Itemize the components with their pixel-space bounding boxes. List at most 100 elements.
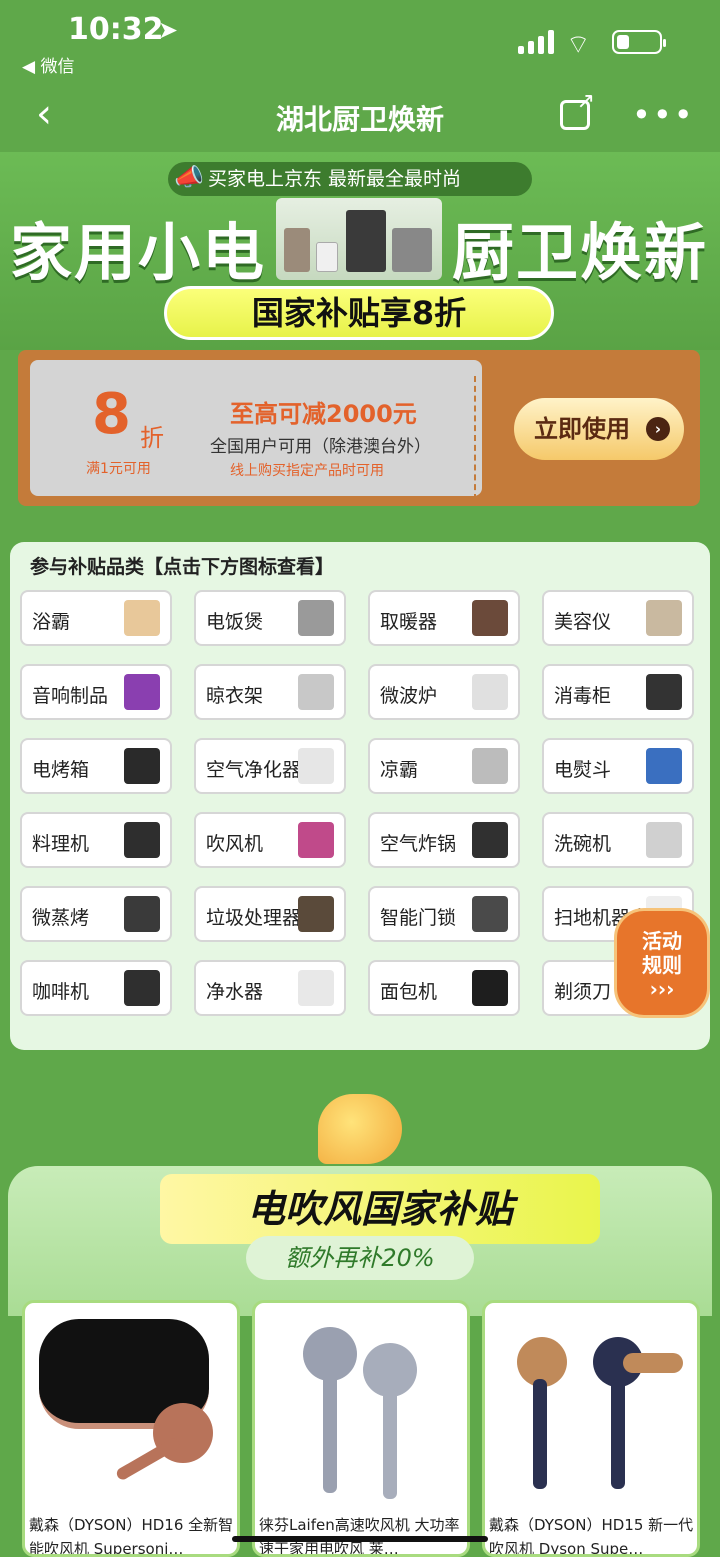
category-label: 电熨斗 <box>554 759 612 781</box>
category-item[interactable]: 取暖器 <box>368 590 520 646</box>
category-label: 晾衣架 <box>206 685 264 707</box>
category-item[interactable]: 浴霸 <box>20 590 172 646</box>
category-product-icon <box>472 970 508 1006</box>
coupon-scope: 全国用户可用（除港澳台外） <box>210 437 431 457</box>
category-item[interactable]: 智能门锁 <box>368 886 520 942</box>
category-product-icon <box>646 674 682 710</box>
category-item[interactable]: 微波炉 <box>368 664 520 720</box>
category-item[interactable]: 美容仪 <box>542 590 694 646</box>
coupon-condition: 线上购买指定产品时可用 <box>230 463 384 479</box>
hairdryer-promo: 电吹风国家补贴 额外再补20% <box>0 1090 720 1316</box>
category-item[interactable]: 洗碗机 <box>542 812 694 868</box>
category-item[interactable]: 凉霸 <box>368 738 520 794</box>
category-item[interactable]: 料理机 <box>20 812 172 868</box>
product-image <box>493 1313 689 1509</box>
category-label: 空气净化器 <box>206 759 302 781</box>
category-label: 浴霸 <box>32 611 71 633</box>
category-label: 取暖器 <box>380 611 438 633</box>
subsidy-categories-panel: 参与补贴品类【点击下方图标查看】 浴霸 电饭煲 取暖器 美容仪音响制品 晾衣架 微波炉 消毒… <box>10 542 710 1050</box>
category-label: 净水器 <box>206 981 264 1003</box>
coupon-rate-unit: 折 <box>140 424 164 452</box>
rules-label-line2: 规则 <box>642 953 682 977</box>
category-item[interactable]: 净水器 <box>194 960 346 1016</box>
status-time: 10:32 <box>68 12 164 47</box>
categories-heading: 参与补贴品类【点击下方图标查看】 <box>30 556 335 578</box>
category-product-icon <box>298 674 334 710</box>
location-icon: ➤ <box>158 16 179 44</box>
banner-tagline: 📣 买家电上京东 最新最全最时尚 <box>168 162 532 196</box>
page-title: 湖北厨卫焕新 <box>275 103 444 136</box>
product-card[interactable]: 戴森（DYSON）HD16 全新智能吹风机 Supersoni… <box>22 1300 240 1557</box>
product-image <box>33 1313 229 1509</box>
category-item[interactable]: 音响制品 <box>20 664 172 720</box>
coupon-min-spend: 满1元可用 <box>86 461 151 477</box>
category-item[interactable]: 微蒸烤 <box>20 886 172 942</box>
category-product-icon <box>472 600 508 636</box>
coupon-rate: 8 <box>92 382 131 447</box>
category-item[interactable]: 空气炸锅 <box>368 812 520 868</box>
hero-banner: 📣 买家电上京东 最新最全最时尚 家用小电 厨卫焕新 国家补贴享8折 <box>0 152 720 350</box>
category-item[interactable]: 咖啡机 <box>20 960 172 1016</box>
megaphone-icon: 📣 <box>174 163 204 191</box>
category-item[interactable]: 面包机 <box>368 960 520 1016</box>
cellular-signal-icon <box>518 30 556 54</box>
category-label: 音响制品 <box>32 685 109 707</box>
banner-right-title: 厨卫焕新 <box>452 216 709 289</box>
product-card[interactable]: 徕芬Laifen高速吹风机 大功率速干家用电吹风 莱… <box>252 1300 470 1557</box>
category-product-icon <box>124 748 160 784</box>
rules-arrows-icon: ››› <box>649 977 675 1001</box>
banner-appliances-image <box>276 198 442 280</box>
coupon-details: 8 折 满1元可用 至高可减2000元 全国用户可用（除港澳台外） 线上购买指定… <box>30 360 482 500</box>
product-card[interactable]: 戴森（DYSON）HD15 新一代吹风机 Dyson Supe… <box>482 1300 700 1557</box>
category-label: 剃须刀 <box>554 981 612 1003</box>
category-label: 智能门锁 <box>380 907 457 929</box>
share-icon[interactable] <box>560 89 595 130</box>
category-grid: 浴霸 电饭煲 取暖器 美容仪音响制品 晾衣架 微波炉 消毒柜电烤箱 空气净化器 凉霸 电熨斗料理机… <box>20 590 700 1016</box>
category-label: 凉霸 <box>380 759 419 781</box>
category-product-icon <box>298 600 334 636</box>
status-bar: 10:32 ➤ ◀ 微信 ⌔ <box>0 0 720 80</box>
activity-rules-button[interactable]: 活动 规则 ››› <box>614 908 710 1018</box>
category-product-icon <box>646 748 682 784</box>
category-product-icon <box>646 600 682 636</box>
category-label: 美容仪 <box>554 611 612 633</box>
rules-label-line1: 活动 <box>642 929 682 953</box>
home-indicator <box>232 1536 488 1542</box>
promo-extra-subsidy: 额外再补20% <box>246 1236 474 1280</box>
category-product-icon <box>298 822 334 858</box>
category-product-icon <box>472 822 508 858</box>
category-label: 电饭煲 <box>206 611 264 633</box>
category-item[interactable]: 消毒柜 <box>542 664 694 720</box>
product-name: 戴森（DYSON）HD15 新一代吹风机 Dyson Supe… <box>489 1516 694 1557</box>
banner-tagline-text: 买家电上京东 最新最全最时尚 <box>208 168 462 190</box>
subsidy-badge: 国家补贴享8折 <box>164 286 554 340</box>
category-label: 空气炸锅 <box>380 833 457 855</box>
arrow-right-icon: › <box>646 417 670 441</box>
category-product-icon <box>124 896 160 932</box>
back-to-wechat-link[interactable]: ◀ 微信 <box>22 52 74 77</box>
more-options-icon[interactable]: ••• <box>632 96 695 134</box>
use-now-button[interactable]: 立即使用 › <box>514 398 684 460</box>
category-item[interactable]: 吹风机 <box>194 812 346 868</box>
category-item[interactable]: 垃圾处理器 <box>194 886 346 942</box>
promo-title: 电吹风国家补贴 <box>160 1174 600 1244</box>
category-product-icon <box>298 748 334 784</box>
use-now-label: 立即使用 <box>534 415 630 443</box>
category-item[interactable]: 电熨斗 <box>542 738 694 794</box>
category-item[interactable]: 空气净化器 <box>194 738 346 794</box>
category-product-icon <box>124 674 160 710</box>
category-label: 吹风机 <box>206 833 264 855</box>
category-product-icon <box>472 674 508 710</box>
category-label: 咖啡机 <box>32 981 90 1003</box>
wifi-icon: ⌔ <box>566 30 591 60</box>
banner-left-title: 家用小电 <box>10 216 267 289</box>
coupon-max-discount: 至高可减2000元 <box>230 400 417 428</box>
coupon-divider <box>474 376 476 500</box>
category-item[interactable]: 电饭煲 <box>194 590 346 646</box>
product-image <box>263 1313 459 1509</box>
category-label: 垃圾处理器 <box>206 907 302 929</box>
megaphone-icon <box>318 1094 402 1164</box>
category-item[interactable]: 晾衣架 <box>194 664 346 720</box>
category-item[interactable]: 电烤箱 <box>20 738 172 794</box>
category-label: 消毒柜 <box>554 685 612 707</box>
